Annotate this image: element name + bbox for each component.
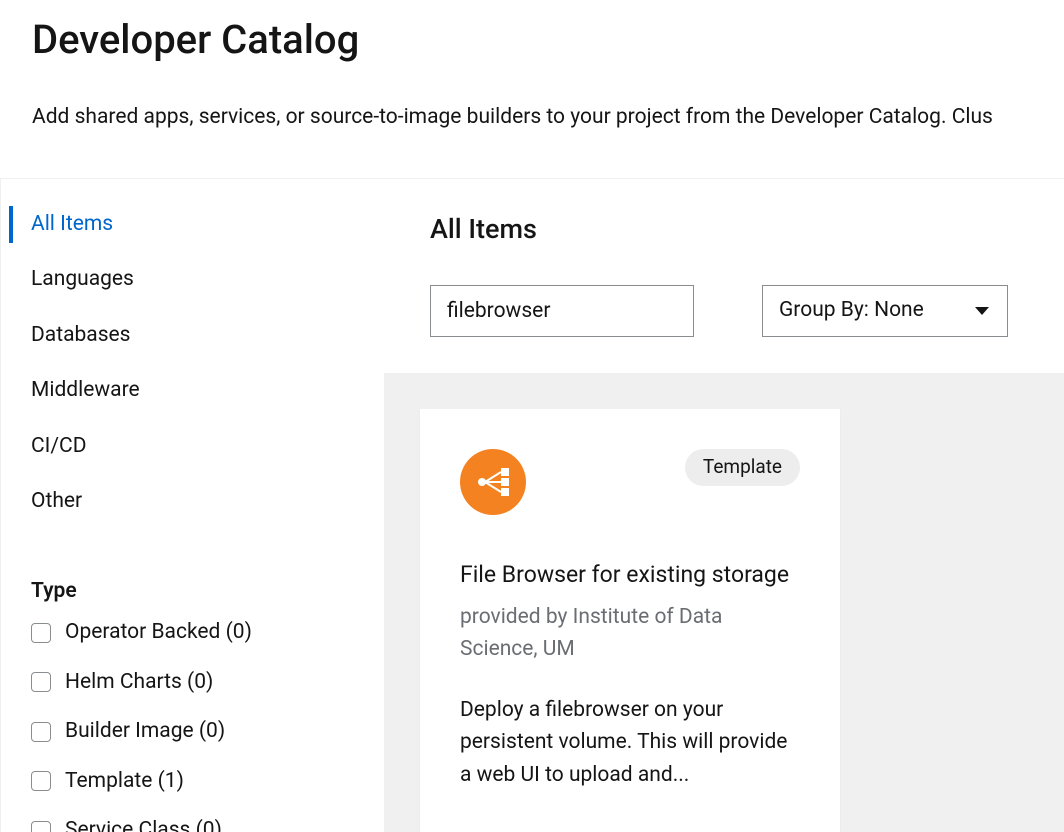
results-heading: All Items: [430, 209, 1064, 250]
card-description: Deploy a filebrowser on your persistent …: [460, 694, 800, 792]
main-panel: All Items Group By: None: [384, 179, 1064, 832]
page-description: Add shared apps, services, or source-to-…: [32, 102, 1064, 134]
type-filter-helm-charts[interactable]: Helm Charts (0): [31, 667, 384, 699]
type-filter-label: Operator Backed (0): [65, 617, 252, 649]
checkbox-icon: [31, 623, 51, 643]
type-filter-label: Helm Charts (0): [65, 667, 213, 699]
chevron-down-icon: [975, 307, 989, 315]
groupby-select[interactable]: Group By: None: [762, 285, 1008, 337]
type-filter-service-class[interactable]: Service Class (0): [31, 815, 384, 832]
groupby-label: Group By: None: [779, 295, 924, 327]
sidebar-item-languages[interactable]: Languages: [1, 264, 384, 296]
sidebar-item-middleware[interactable]: Middleware: [1, 375, 384, 407]
card-title: File Browser for existing storage: [460, 557, 800, 593]
template-icon: [460, 449, 526, 515]
page-title: Developer Catalog: [32, 10, 1064, 70]
checkbox-icon: [31, 722, 51, 742]
type-heading: Type: [31, 576, 384, 608]
type-filter-template[interactable]: Template (1): [31, 766, 384, 798]
sidebar-item-databases[interactable]: Databases: [1, 320, 384, 352]
sidebar-item-cicd[interactable]: CI/CD: [1, 431, 384, 463]
card-badge: Template: [685, 449, 800, 486]
sidebar-item-other[interactable]: Other: [1, 486, 384, 518]
catalog-card[interactable]: Template File Browser for existing stora…: [420, 409, 840, 832]
results-area: Template File Browser for existing stora…: [384, 373, 1064, 832]
type-filter-label: Template (1): [65, 766, 184, 798]
card-provider: provided by Institute of Data Science, U…: [460, 601, 800, 666]
type-filter-label: Service Class (0): [65, 815, 222, 832]
checkbox-icon: [31, 821, 51, 832]
checkbox-icon: [31, 771, 51, 791]
type-filter-builder-image[interactable]: Builder Image (0): [31, 716, 384, 748]
sidebar: All Items Languages Databases Middleware…: [0, 179, 384, 832]
checkbox-icon: [31, 672, 51, 692]
search-input[interactable]: [430, 285, 694, 337]
sidebar-item-all-items[interactable]: All Items: [1, 209, 384, 241]
type-filter-operator-backed[interactable]: Operator Backed (0): [31, 617, 384, 649]
type-filter-label: Builder Image (0): [65, 716, 225, 748]
